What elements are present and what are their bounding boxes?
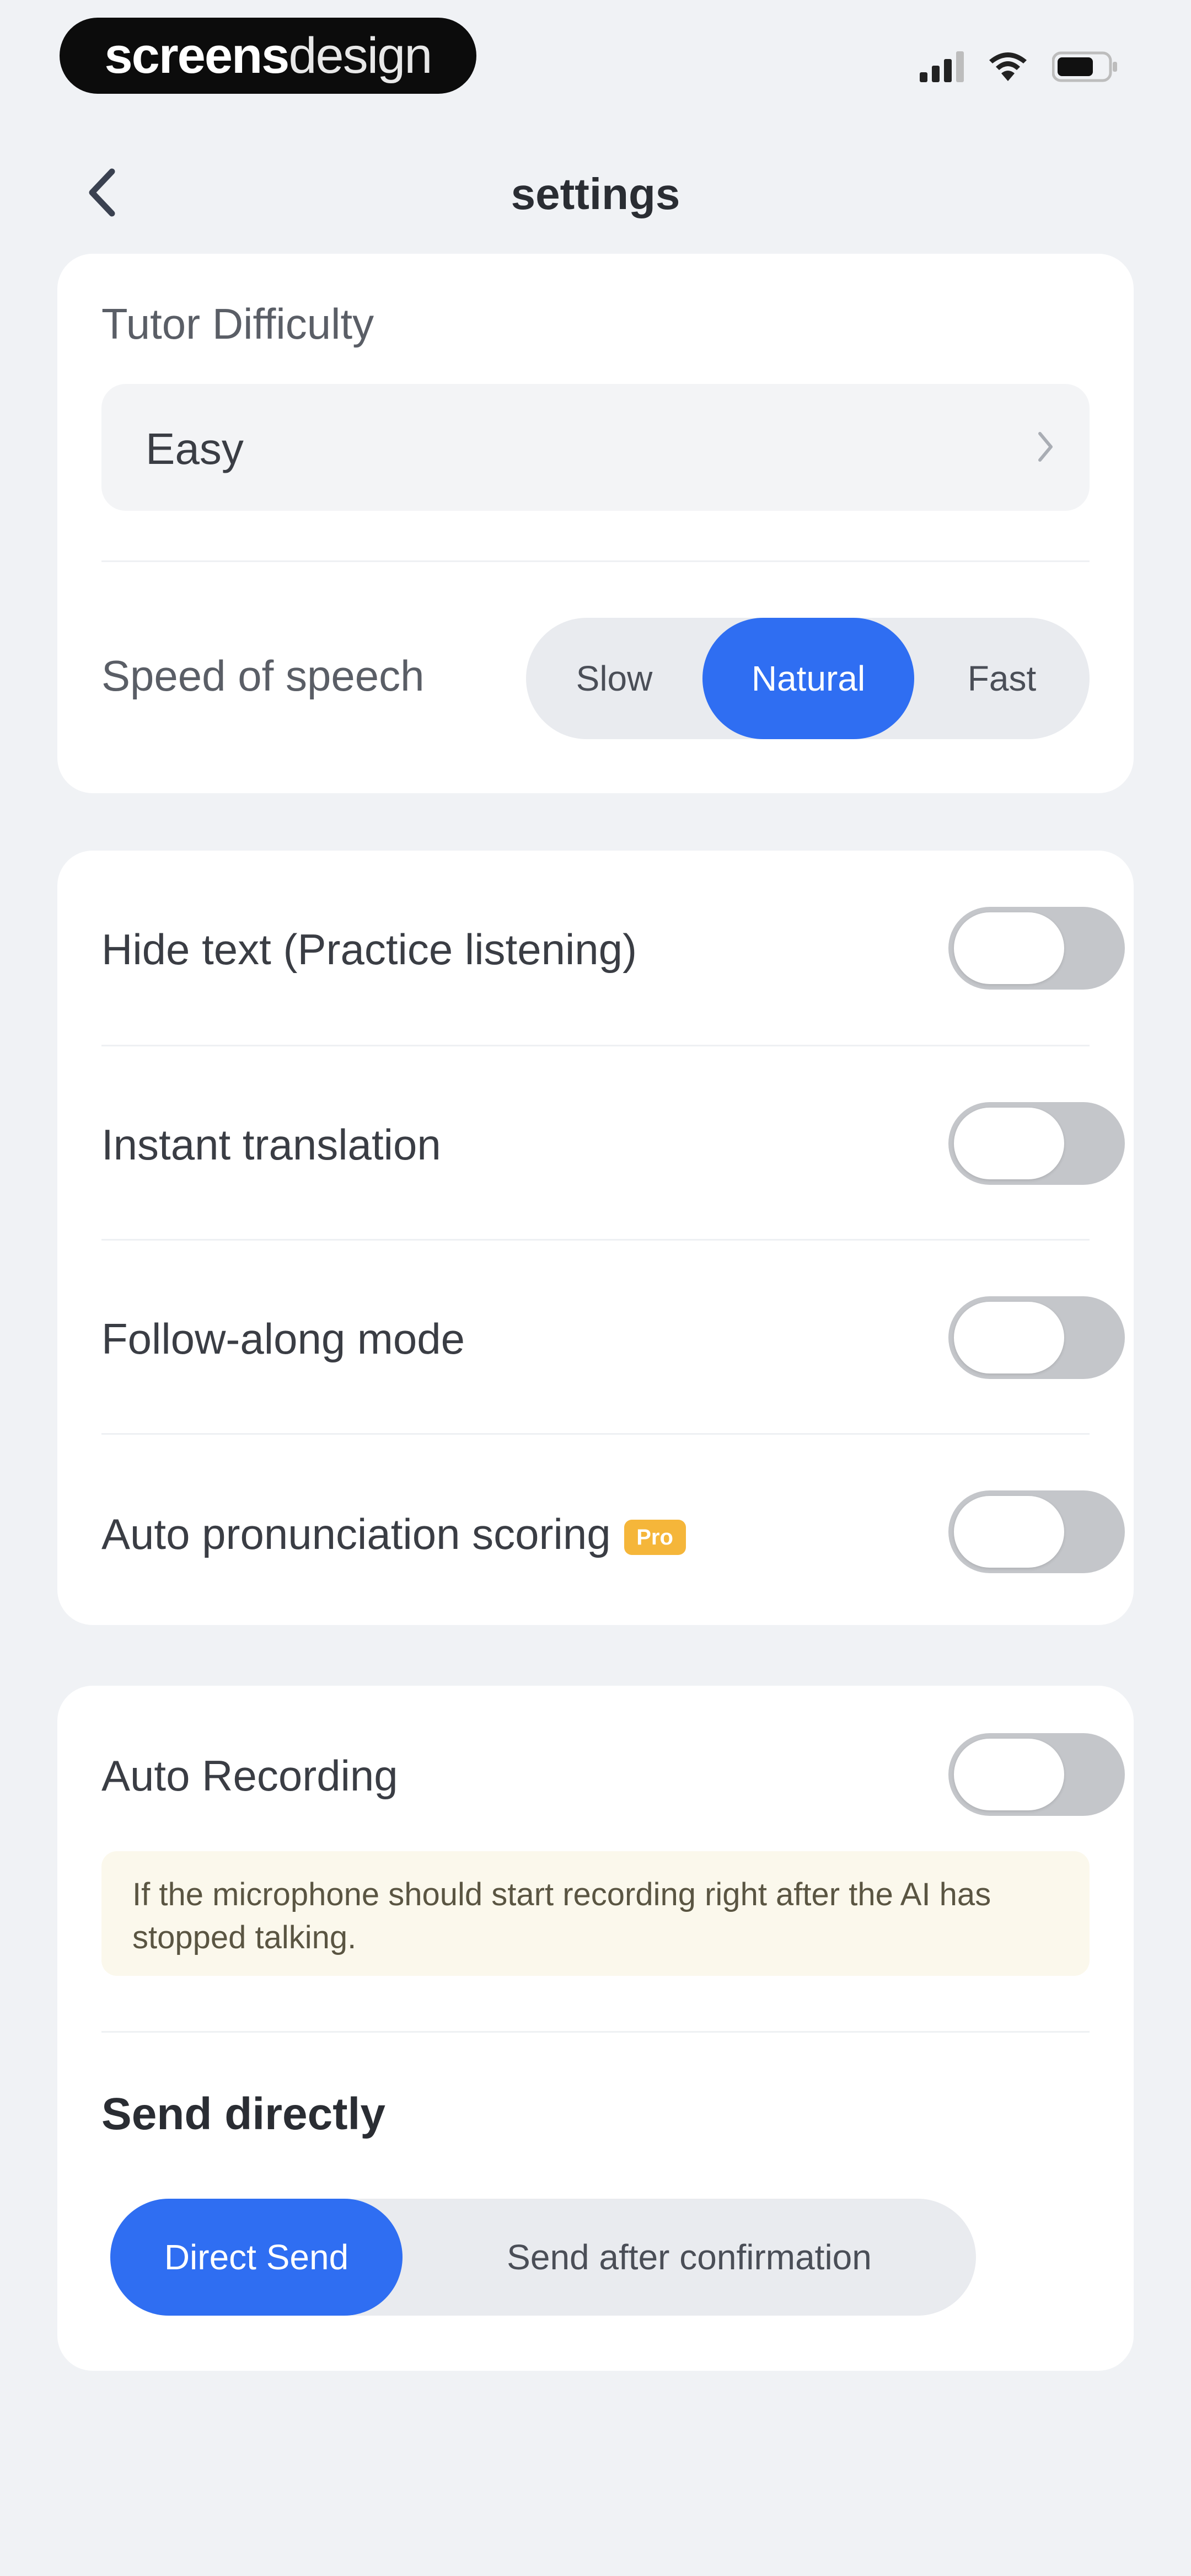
send-directly-title: Send directly [101, 2089, 385, 2139]
chevron-right-icon [1038, 432, 1053, 462]
instant-translation-toggle[interactable] [948, 1102, 1125, 1185]
toggle-knob [954, 1108, 1064, 1179]
divider [101, 560, 1090, 562]
signal-icon [920, 51, 964, 82]
divider [101, 1433, 1090, 1435]
send-option-direct[interactable]: Direct Send [110, 2199, 403, 2316]
follow-along-toggle[interactable] [948, 1296, 1125, 1379]
brand-bold-text: screens [104, 27, 290, 84]
nav-bar: settings [0, 149, 1191, 237]
toggle-label-instant-translation: Instant translation [101, 1120, 441, 1169]
speech-speed-label: Speed of speech [101, 651, 425, 700]
auto-pronunciation-row-label: Auto pronunciation scoring Pro [101, 1509, 686, 1559]
tutor-difficulty-value: Easy [146, 424, 244, 473]
speed-option-slow[interactable]: Slow [526, 618, 702, 739]
tutor-difficulty-label: Tutor Difficulty [101, 300, 374, 348]
toggle-label-hide-text: Hide text (Practice listening) [101, 925, 637, 974]
wifi-icon [989, 52, 1027, 81]
toggle-knob [954, 912, 1064, 984]
auto-recording-label: Auto Recording [101, 1751, 398, 1800]
status-bar: screens design [0, 0, 1191, 127]
settings-screen: screens design settings Tutor Difficulty… [0, 0, 1191, 2576]
battery-icon [1052, 51, 1117, 82]
send-option-confirmation[interactable]: Send after confirmation [403, 2199, 976, 2316]
speed-option-fast[interactable]: Fast [914, 618, 1090, 739]
auto-recording-toggle[interactable] [948, 1733, 1125, 1816]
speed-option-natural[interactable]: Natural [702, 618, 914, 739]
brand-watermark: screens design [60, 18, 476, 94]
hide-text-toggle[interactable] [948, 907, 1125, 990]
pro-badge: Pro [624, 1520, 686, 1556]
tutor-difficulty-select[interactable]: Easy [101, 384, 1090, 511]
brand-light-text: design [288, 27, 432, 84]
tutor-settings-card: Tutor Difficulty Easy Speed of speech Sl… [57, 254, 1134, 793]
status-icons [920, 51, 1118, 83]
auto-pronunciation-toggle[interactable] [948, 1490, 1125, 1573]
toggle-label-follow-along: Follow-along mode [101, 1314, 465, 1363]
toggle-knob [954, 1739, 1064, 1810]
display-options-card: Hide text (Practice listening) Instant t… [57, 851, 1134, 1625]
toggle-label-auto-pronunciation: Auto pronunciation scoring [101, 1510, 611, 1558]
send-mode-segmented: Direct Send Send after confirmation [110, 2199, 976, 2316]
toggle-knob [954, 1496, 1064, 1568]
recording-card: Auto Recording If the microphone should … [57, 1686, 1134, 2371]
auto-recording-hint: If the microphone should start recording… [101, 1851, 1090, 1976]
toggle-knob [954, 1302, 1064, 1373]
speech-speed-segmented: Slow Natural Fast [526, 618, 1090, 739]
divider [101, 1045, 1090, 1046]
divider [101, 2031, 1090, 2033]
page-title: settings [511, 169, 680, 218]
divider [101, 1239, 1090, 1241]
